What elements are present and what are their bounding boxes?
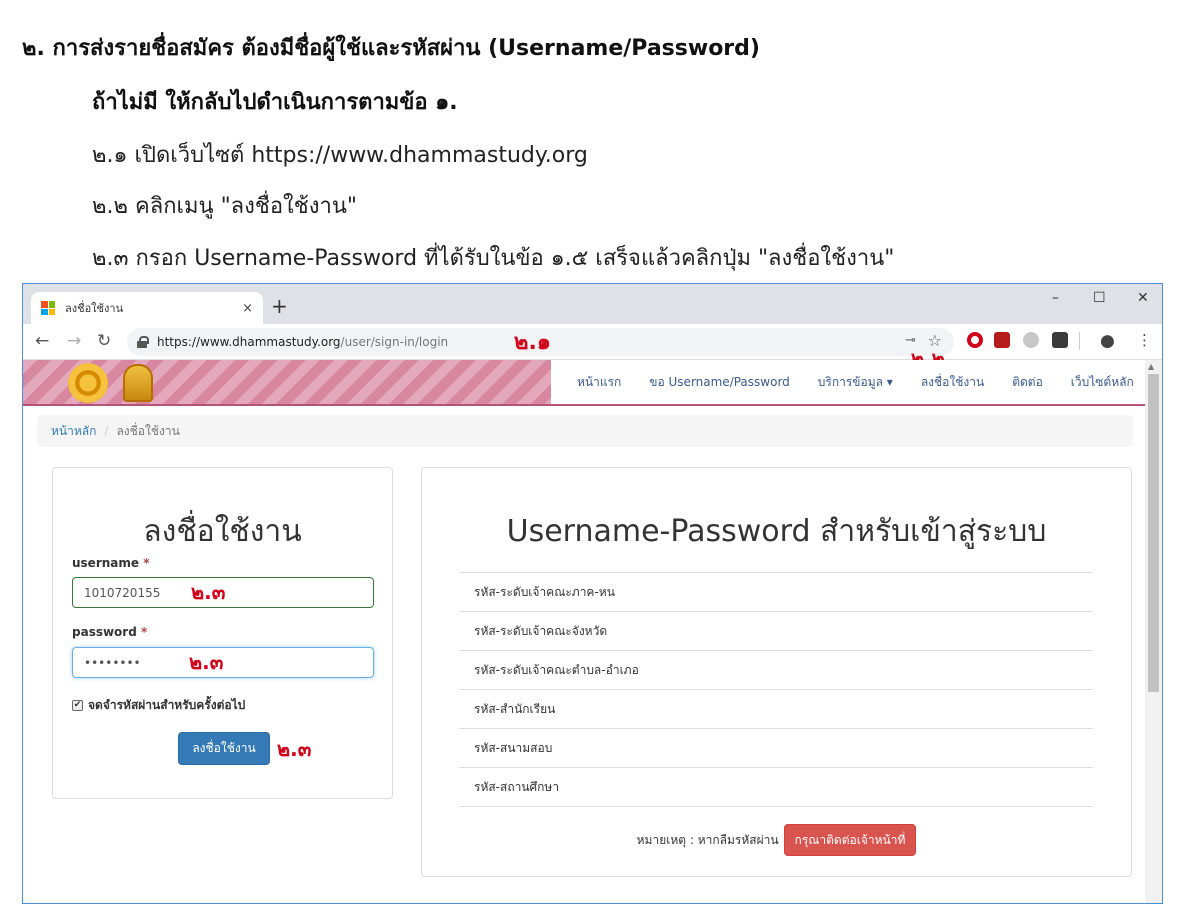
- browser-screenshot: ลงชื่อใช้งาน × + – ☐ ✕ ← → ↻ https://www…: [22, 283, 1163, 904]
- back-icon[interactable]: ←: [35, 331, 49, 351]
- opera-icon[interactable]: [967, 332, 983, 348]
- nav-contact[interactable]: ติดต่อ: [1012, 373, 1043, 392]
- list-item[interactable]: รหัส-ระดับเจ้าคณะภาค-หน: [459, 573, 1093, 612]
- new-tab-icon[interactable]: +: [271, 294, 288, 318]
- pdf-icon[interactable]: [994, 332, 1010, 348]
- dharma-wheel-logo: [68, 363, 108, 403]
- sangha-emblem-logo: [123, 364, 153, 402]
- required-mark: *: [143, 556, 150, 570]
- info-title: Username-Password สำหรับเข้าสู่ระบบ: [506, 514, 1047, 549]
- page-scrollbar[interactable]: ▲: [1145, 360, 1162, 903]
- list-item[interactable]: รหัส-สำนักเรียน: [459, 690, 1093, 729]
- close-window-icon[interactable]: ✕: [1137, 290, 1149, 306]
- remember-label: จดจำรหัสผ่านสำหรับครั้งต่อไป: [88, 698, 246, 712]
- nav-home[interactable]: หน้าแรก: [577, 373, 621, 392]
- breadcrumb-current: ลงชื่อใช้งาน: [116, 423, 180, 438]
- lock-icon: [137, 336, 149, 348]
- tab-close-icon[interactable]: ×: [242, 301, 253, 316]
- nav-request-credentials[interactable]: ขอ Username/Password: [649, 373, 790, 392]
- annotation-step-2-3-username: ๒.๓: [191, 580, 226, 604]
- profile-icon[interactable]: ●: [1100, 331, 1115, 351]
- list-item[interactable]: รหัส-ระดับเจ้าคณะจังหวัด: [459, 612, 1093, 651]
- list-item[interactable]: รหัส-สถานศึกษา: [459, 768, 1093, 807]
- password-label-text: password: [72, 625, 137, 639]
- reload-icon[interactable]: ↻: [97, 331, 111, 351]
- breadcrumb-home-link[interactable]: หน้าหลัก: [51, 422, 96, 441]
- annotation-step-2-3-button: ๒.๓: [277, 737, 312, 761]
- code-list: รหัส-ระดับเจ้าคณะภาค-หน รหัส-ระดับเจ้าคณ…: [459, 572, 1093, 807]
- address-bar-row: ← → ↻ https://www.dhammastudy.org/user/s…: [23, 324, 1162, 360]
- url-host: https://www.dhammastudy.org: [157, 335, 341, 349]
- list-item[interactable]: รหัส-สนามสอบ: [459, 729, 1093, 768]
- tab-title: ลงชื่อใช้งาน: [65, 302, 124, 315]
- nav-main-website[interactable]: เว็บไซต์หลัก: [1071, 373, 1134, 392]
- step-enter-credentials: ๒.๓ กรอก Username-Password ที่ได้รับในข้…: [92, 246, 895, 271]
- contact-staff-button[interactable]: กรุณาติดต่อเจ้าหน้าที่: [783, 824, 917, 856]
- main-nav: หน้าแรก ขอ Username/Password บริการข้อมู…: [551, 360, 1146, 404]
- site-favicon-icon: [41, 301, 55, 315]
- login-title: ลงชื่อใช้งาน: [143, 514, 302, 549]
- breadcrumb-separator: /: [104, 424, 109, 438]
- browser-tab[interactable]: ลงชื่อใช้งาน ×: [31, 292, 263, 324]
- scrollbar-thumb[interactable]: [1148, 374, 1159, 692]
- extension-icon[interactable]: [1023, 332, 1039, 348]
- login-panel: ลงชื่อใช้งาน username * 1010720155 ๒.๓ p…: [52, 467, 393, 799]
- site-header: หน้าแรก ขอ Username/Password บริการข้อมู…: [23, 360, 1146, 406]
- nav-data-services[interactable]: บริการข้อมูล ▾: [818, 373, 893, 392]
- annotation-step-2-3-password: ๒.๓: [189, 650, 224, 674]
- step-click-menu: ๒.๒ คลิกเมนู "ลงชื่อใช้งาน": [92, 194, 357, 219]
- step-open-website: ๒.๑ เปิดเว็บไซต์ https://www.dhammastudy…: [92, 143, 588, 168]
- list-item[interactable]: รหัส-ระดับเจ้าคณะตำบล-อำเภอ: [459, 651, 1093, 690]
- tab-bar: ลงชื่อใช้งาน × + – ☐ ✕: [23, 284, 1162, 324]
- document-heading: ๒. การส่งรายชื่อสมัคร ต้องมีชื่อผู้ใช้แล…: [22, 36, 760, 61]
- username-label-text: username: [72, 556, 140, 570]
- username-label: username *: [72, 556, 150, 570]
- sign-in-button[interactable]: ลงชื่อใช้งาน: [178, 732, 270, 765]
- toolbar-divider: [1079, 332, 1080, 350]
- document-subheading: ถ้าไม่มี ให้กลับไปดำเนินการตามข้อ ๑.: [92, 90, 458, 115]
- maximize-icon[interactable]: ☐: [1093, 290, 1106, 306]
- breadcrumb: หน้าหลัก / ลงชื่อใช้งาน: [37, 415, 1133, 447]
- menu-icon[interactable]: ⋮: [1137, 331, 1152, 349]
- remember-checkbox[interactable]: ✔: [72, 700, 83, 711]
- required-mark: *: [141, 625, 148, 639]
- scroll-up-icon[interactable]: ▲: [1148, 362, 1154, 371]
- note-text: หมายเหตุ : หากลืมรหัสผ่าน: [636, 832, 779, 847]
- annotation-step-2-1: ๒.๑: [514, 330, 551, 355]
- minimize-icon[interactable]: –: [1052, 290, 1059, 306]
- nav-sign-in[interactable]: ลงชื่อใช้งาน: [921, 373, 984, 392]
- forward-icon[interactable]: →: [67, 331, 81, 351]
- credentials-info-panel: Username-Password สำหรับเข้าสู่ระบบ รหัส…: [421, 467, 1132, 877]
- password-label: password *: [72, 625, 147, 639]
- remember-me[interactable]: ✔ จดจำรหัสผ่านสำหรับครั้งต่อไป: [72, 696, 245, 715]
- extension-dark-icon[interactable]: [1052, 332, 1068, 348]
- url-path: /user/sign-in/login: [340, 335, 449, 349]
- forgot-password-note: หมายเหตุ : หากลืมรหัสผ่าน กรุณาติดต่อเจ้…: [422, 824, 1131, 856]
